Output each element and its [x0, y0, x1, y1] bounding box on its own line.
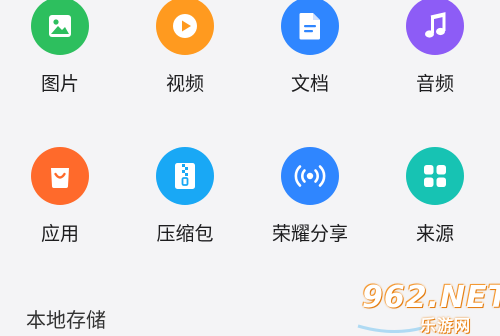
- section-title-local-storage: 本地存储: [26, 308, 106, 332]
- music-note-icon: [406, 0, 464, 55]
- category-label: 荣耀分享: [271, 223, 348, 245]
- document-icon: [281, 0, 339, 55]
- watermark-sub-text: 乐游网: [420, 316, 472, 335]
- shopping-bag-icon: [31, 147, 89, 205]
- category-label: 压缩包: [156, 223, 214, 245]
- category-honor-share[interactable]: 荣耀分享: [258, 147, 362, 245]
- category-label: 应用: [40, 223, 79, 245]
- category-label: 音频: [415, 73, 454, 95]
- image-icon: [31, 0, 89, 55]
- category-videos[interactable]: 视频: [133, 0, 237, 95]
- apps-grid-icon: [406, 147, 464, 205]
- category-sources[interactable]: 来源: [383, 147, 487, 245]
- category-audio[interactable]: 音频: [383, 0, 487, 95]
- category-label: 图片: [40, 73, 79, 95]
- watermark-main-text: 962.NET: [362, 280, 500, 315]
- wireless-share-icon: [281, 147, 339, 205]
- category-archives[interactable]: 压缩包: [133, 147, 237, 245]
- category-apps[interactable]: 应用: [8, 147, 112, 245]
- zip-archive-icon: [156, 147, 214, 205]
- category-images[interactable]: 图片: [8, 0, 112, 95]
- watermark-logo: 962.NET 乐游网: [352, 276, 500, 335]
- video-play-icon: [156, 0, 214, 55]
- category-label: 来源: [415, 223, 454, 245]
- category-label: 视频: [165, 73, 204, 95]
- category-documents[interactable]: 文档: [258, 0, 362, 95]
- category-label: 文档: [290, 73, 329, 95]
